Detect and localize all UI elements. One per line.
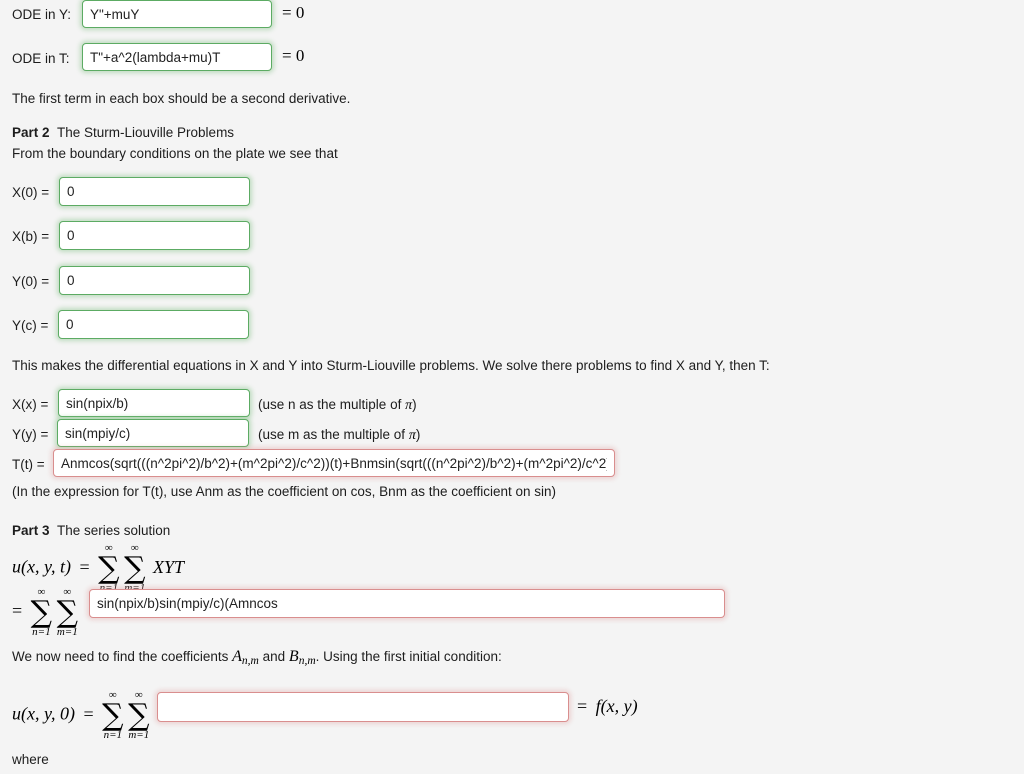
part2-heading-title: The Sturm-Liouville Problems bbox=[57, 125, 235, 140]
formula3-tail: f(x, y) bbox=[595, 696, 638, 716]
bc-label-y0: Y(0) = bbox=[12, 274, 50, 289]
ode-in-y-label: ODE in Y: bbox=[12, 7, 72, 22]
formula3-tail-equals: = bbox=[577, 696, 588, 716]
coefficients-text-post: . Using the first initial condition: bbox=[315, 649, 502, 664]
formula3-sum-m: ∞ ∑ m=1 bbox=[128, 690, 150, 742]
solution-input-y[interactable] bbox=[57, 419, 249, 447]
coefficient-b: Bn,m bbox=[288, 648, 316, 667]
formula3-sum-n-bottom: n=1 bbox=[103, 729, 123, 741]
solution-label-y: Y(y) = bbox=[12, 427, 49, 442]
where-label: where bbox=[12, 752, 49, 767]
initial-condition-rhs: = f(x, y) bbox=[577, 697, 638, 715]
bc-input-y0[interactable] bbox=[59, 266, 250, 295]
ode-in-y-equals: = 0 bbox=[282, 3, 305, 22]
series-formula-expanded: = ∞ ∑ n=1 ∞ ∑ m=1 bbox=[12, 587, 78, 639]
solution-input-x[interactable] bbox=[58, 389, 250, 417]
initial-condition-input[interactable] bbox=[157, 692, 569, 722]
sigma-icon: ∑ bbox=[102, 698, 124, 733]
ode-in-t-label: ODE in T: bbox=[12, 51, 70, 66]
formula1-lhs: u(x, y, t) bbox=[12, 556, 71, 577]
formula1-equals: = bbox=[79, 556, 90, 577]
bc-label-yc: Y(c) = bbox=[12, 318, 49, 333]
solution-hint-x-post: ) bbox=[412, 397, 417, 412]
part3-heading-label: Part 3 bbox=[12, 523, 50, 538]
ode-in-t-input[interactable] bbox=[82, 43, 272, 71]
formula1-sum-m: ∞ ∑ m=1 bbox=[124, 543, 146, 595]
pi-symbol-y: π bbox=[408, 428, 416, 443]
formula2-sum-m: ∞ ∑ m=1 bbox=[56, 587, 78, 639]
second-derivative-note: The first term in each box should be a s… bbox=[12, 91, 351, 106]
t-coefficient-note: (In the expression for T(t), use Anm as … bbox=[12, 484, 557, 499]
series-solution-input[interactable] bbox=[89, 589, 725, 618]
coefficients-sentence: We now need to find the coefficients An,… bbox=[12, 648, 502, 667]
coefficients-text-mid: and bbox=[258, 649, 289, 664]
formula3-lhs: u(x, y, 0) bbox=[12, 703, 75, 724]
part2-intro: From the boundary conditions on the plat… bbox=[12, 146, 338, 161]
sturm-liouville-note: This makes the differential equations in… bbox=[12, 358, 770, 373]
formula1-sum-n: ∞ ∑ n=1 bbox=[98, 543, 120, 595]
initial-condition-formula: u(x, y, 0) = ∞ ∑ n=1 ∞ ∑ m=1 bbox=[12, 690, 150, 742]
solution-hint-x: (use n as the multiple of π) bbox=[258, 396, 417, 413]
sigma-icon: ∑ bbox=[56, 595, 78, 630]
bc-label-x0: X(0) = bbox=[12, 185, 50, 200]
bc-input-xb[interactable] bbox=[59, 221, 250, 250]
part3-heading-title: The series solution bbox=[57, 523, 171, 538]
solution-label-t: T(t) = bbox=[12, 457, 45, 472]
formula3-sum-n: ∞ ∑ n=1 bbox=[102, 690, 124, 742]
sigma-icon: ∑ bbox=[98, 551, 120, 586]
coefficient-a-subscript: n,m bbox=[241, 654, 259, 667]
formula3-equals: = bbox=[83, 703, 94, 724]
bc-input-x0[interactable] bbox=[59, 177, 250, 206]
ode-in-t-equals: = 0 bbox=[282, 46, 305, 65]
worksheet-page: ODE in Y: = 0 ODE in T: = 0 The first te… bbox=[0, 0, 1024, 774]
solution-hint-y-post: ) bbox=[415, 427, 421, 442]
formula2-sum-n-bottom: n=1 bbox=[32, 626, 51, 638]
part2-heading-label: Part 2 bbox=[12, 125, 50, 140]
solution-label-x: X(x) = bbox=[12, 397, 49, 412]
bc-label-xb: X(b) = bbox=[12, 229, 50, 244]
formula3-sum-m-bottom: m=1 bbox=[128, 729, 150, 741]
coefficient-a-symbol: A bbox=[232, 648, 242, 665]
sigma-icon: ∑ bbox=[30, 595, 53, 630]
solution-hint-x-pre: (use n as the multiple of bbox=[258, 397, 406, 412]
formula2-sum-n: ∞ ∑ n=1 bbox=[30, 587, 53, 639]
coefficients-text-pre: We now need to find the coefficients bbox=[12, 649, 233, 664]
bc-input-yc[interactable] bbox=[58, 310, 249, 339]
solution-hint-y: (use m as the multiple of π) bbox=[258, 426, 420, 443]
coefficient-a: An,m bbox=[232, 648, 259, 667]
formula2-sum-m-bottom: m=1 bbox=[56, 626, 78, 638]
solution-hint-y-pre: (use m as the multiple of bbox=[258, 427, 409, 442]
ode-in-y-input[interactable] bbox=[82, 0, 272, 28]
sigma-icon: ∑ bbox=[128, 698, 150, 733]
formula1-rhs: XYT bbox=[152, 556, 185, 577]
coefficient-b-subscript: n,m bbox=[298, 654, 316, 667]
coefficient-b-symbol: B bbox=[288, 648, 299, 665]
solution-input-t[interactable] bbox=[53, 449, 615, 477]
sigma-icon: ∑ bbox=[124, 551, 146, 586]
formula2-equals: = bbox=[12, 600, 23, 621]
